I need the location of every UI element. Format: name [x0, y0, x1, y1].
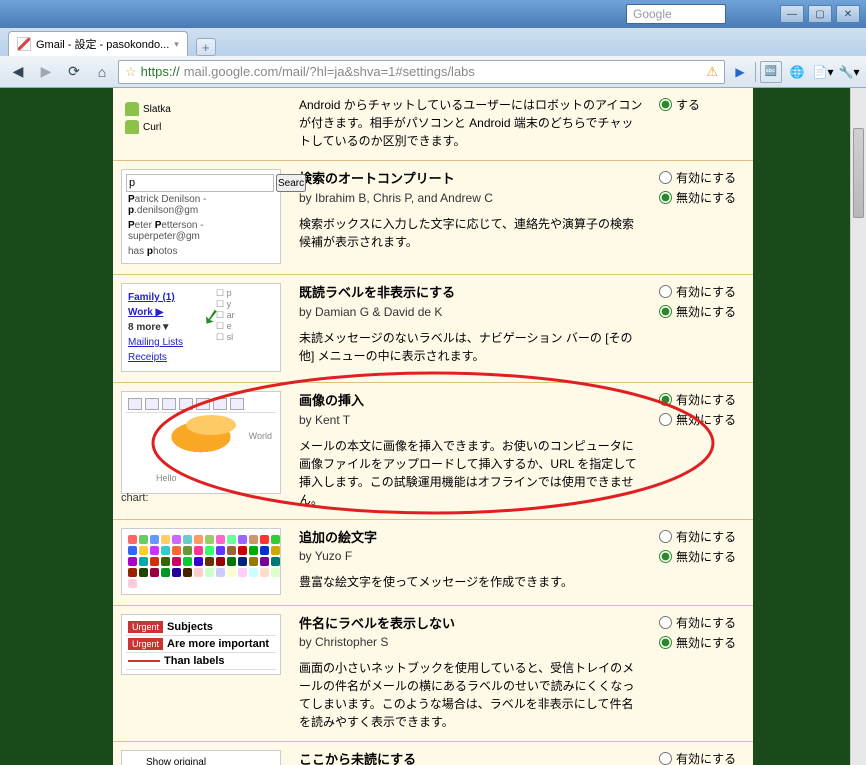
disable-radio[interactable]: 無効にする: [659, 411, 747, 428]
lab-author: by Kent T: [299, 411, 643, 429]
disable-radio[interactable]: する: [659, 96, 747, 113]
enable-radio[interactable]: 有効にする: [659, 750, 747, 765]
window-titlebar: Google — ▢ ✕: [0, 0, 866, 28]
lab-author: by Damian G & David de K: [299, 303, 643, 321]
lab-preview: PMShow originalMessage text garbled?Why …: [113, 750, 289, 765]
lab-options: 有効にする無効にする: [653, 750, 753, 765]
lab-description: 件名にラベルを表示しないby Christopher S 画面の小さいネットブック…: [289, 614, 653, 732]
gmail-icon: [17, 37, 31, 51]
lab-title: 検索のオートコンプリート: [299, 169, 643, 189]
disable-radio[interactable]: 無効にする: [659, 634, 747, 651]
lab-options: 有効にする無効にする: [653, 391, 753, 509]
translate-icon[interactable]: 🔤: [760, 61, 782, 83]
browser-toolbar: ◀ ▶ ⟳ ⌂ ☆ https:// mail.google.com/mail/?…: [0, 56, 866, 88]
disable-radio[interactable]: 無効にする: [659, 189, 747, 206]
lab-row-unread_from_here: PMShow originalMessage text garbled?Why …: [113, 741, 753, 765]
back-button[interactable]: ◀: [6, 60, 30, 84]
browser-search-box[interactable]: Google: [626, 4, 726, 24]
url-bar[interactable]: ☆ https:// mail.google.com/mail/?hl=ja&sh…: [118, 60, 725, 84]
lab-desc-text: 画面の小さいネットブックを使用していると、受信トレイのメールの件名がメールの横に…: [299, 659, 643, 731]
home-button[interactable]: ⌂: [90, 60, 114, 84]
enable-radio[interactable]: 有効にする: [659, 283, 747, 300]
lab-description: 検索のオートコンプリートby Ibrahim B, Chris P, and A…: [289, 169, 653, 264]
lab-description: ここから未読にするby Jenny R指定したメッセージ以降のすべてのメッセージ…: [289, 750, 653, 765]
lab-title: 件名にラベルを表示しない: [299, 614, 643, 634]
enable-radio[interactable]: 有効にする: [659, 528, 747, 545]
lab-options: する: [653, 96, 753, 150]
tab-dropdown-icon[interactable]: ▾: [174, 39, 179, 50]
scrollbar-thumb[interactable]: [853, 128, 864, 218]
wrench-icon[interactable]: 🔧▾: [838, 61, 860, 83]
scrollbar[interactable]: [850, 88, 866, 765]
lab-row-hide_subject_labels: UrgentSubjectsUrgentAre more importantTh…: [113, 605, 753, 742]
ie-icon[interactable]: 🌐: [786, 61, 808, 83]
lab-options: 有効にする無効にする: [653, 283, 753, 372]
reload-button[interactable]: ⟳: [62, 60, 86, 84]
lab-row-autocomplete: SearcPatrick Denilson - p.denilson@gmPet…: [113, 160, 753, 274]
enable-radio[interactable]: 有効にする: [659, 169, 747, 186]
lab-desc-text: Android からチャットしているユーザーにはロボットのアイコンが付きます。相…: [299, 96, 643, 150]
lab-title: ここから未読にする: [299, 750, 643, 765]
warning-icon: ⚠: [706, 64, 718, 80]
gmail-labs-page: SlatkaCurlAndroid からチャットしているユーザーにはロボットのア…: [113, 88, 753, 765]
disable-radio[interactable]: 無効にする: [659, 303, 747, 320]
lab-options: 有効にする無効にする: [653, 169, 753, 264]
android-icon: [125, 120, 139, 134]
lab-description: 画像の挿入by Kent T メールの本文に画像を挿入できます。お使いのコンピュー…: [289, 391, 653, 509]
window-minimize-button[interactable]: —: [780, 5, 804, 23]
lab-description: Android からチャットしているユーザーにはロボットのアイコンが付きます。相…: [289, 96, 653, 150]
lab-title: 追加の絵文字: [299, 528, 643, 548]
lab-preview: UrgentSubjectsUrgentAre more importantTh…: [113, 614, 289, 732]
forward-button[interactable]: ▶: [34, 60, 58, 84]
bookmark-star-icon[interactable]: ☆: [125, 64, 137, 80]
lab-desc-text: 検索ボックスに入力した文字に応じて、連絡先や演算子の検索候補が表示されます。: [299, 215, 643, 251]
lab-options: 有効にする無効にする: [653, 528, 753, 595]
lab-preview: WorldHellochart:: [113, 391, 289, 509]
lab-author: by Ibrahim B, Chris P, and Andrew C: [299, 189, 643, 207]
new-tab-button[interactable]: +: [196, 38, 216, 56]
lab-row-extra_emoji: 追加の絵文字by Yuzo F豊富な絵文字を使ってメッセージを作成できます。有効…: [113, 519, 753, 605]
lab-author: by Yuzo F: [299, 547, 643, 565]
url-path: mail.google.com/mail/?hl=ja&shva=1#setti…: [184, 64, 475, 79]
lab-preview: Family (1)Work ▶8 more▼Mailing ListsRece…: [113, 283, 289, 372]
lab-description: 既読ラベルを非表示にするby Damian G & David de K 未読メッ…: [289, 283, 653, 372]
lab-row-insert_image: WorldHellochart: 画像の挿入by Kent T メールの本文に画像を…: [113, 382, 753, 519]
lab-preview: SearcPatrick Denilson - p.denilson@gmPet…: [113, 169, 289, 264]
lab-title: 画像の挿入: [299, 391, 643, 411]
enable-radio[interactable]: 有効にする: [659, 614, 747, 631]
lab-desc-text: 未読メッセージのないラベルは、ナビゲーション バーの [その他] メニューの中に…: [299, 329, 643, 365]
play-button[interactable]: ▶: [729, 61, 751, 83]
lab-preview: SlatkaCurl: [113, 96, 289, 150]
lab-desc-text: メールの本文に画像を挿入できます。お使いのコンピュータに画像ファイルをアップロー…: [299, 437, 643, 509]
lab-author: by Christopher S: [299, 633, 643, 651]
url-scheme: https://: [141, 64, 180, 79]
browser-tab[interactable]: Gmail - 設定 - pasokondo... ▾: [8, 31, 188, 56]
tab-title: Gmail - 設定 - pasokondo...: [36, 36, 169, 52]
lab-description: 追加の絵文字by Yuzo F 豊富な絵文字を使ってメッセージを作成できます。: [289, 528, 653, 595]
enable-radio[interactable]: 有効にする: [659, 391, 747, 408]
window-maximize-button[interactable]: ▢: [808, 5, 832, 23]
lab-title: 既読ラベルを非表示にする: [299, 283, 643, 303]
preview-search-input: [126, 174, 274, 192]
lab-options: 有効にする無効にする: [653, 614, 753, 732]
lab-row-chat_icon: SlatkaCurlAndroid からチャットしているユーザーにはロボットのア…: [113, 88, 753, 160]
preview-search-button: Searc: [276, 174, 306, 192]
android-icon: [125, 102, 139, 116]
lab-desc-text: 豊富な絵文字を使ってメッセージを作成できます。: [299, 573, 643, 591]
tab-bar: Gmail - 設定 - pasokondo... ▾ +: [0, 28, 866, 56]
lab-row-hide_labels: Family (1)Work ▶8 more▼Mailing ListsRece…: [113, 274, 753, 382]
browser-window: Google — ▢ ✕ Gmail - 設定 - pasokondo... ▾…: [0, 0, 866, 765]
disable-radio[interactable]: 無効にする: [659, 548, 747, 565]
content-area: SlatkaCurlAndroid からチャットしているユーザーにはロボットのア…: [0, 88, 866, 765]
labs-list: SlatkaCurlAndroid からチャットしているユーザーにはロボットのア…: [113, 88, 753, 765]
page-menu-icon[interactable]: 📄▾: [812, 61, 834, 83]
window-close-button[interactable]: ✕: [836, 5, 860, 23]
lab-preview: [113, 528, 289, 595]
